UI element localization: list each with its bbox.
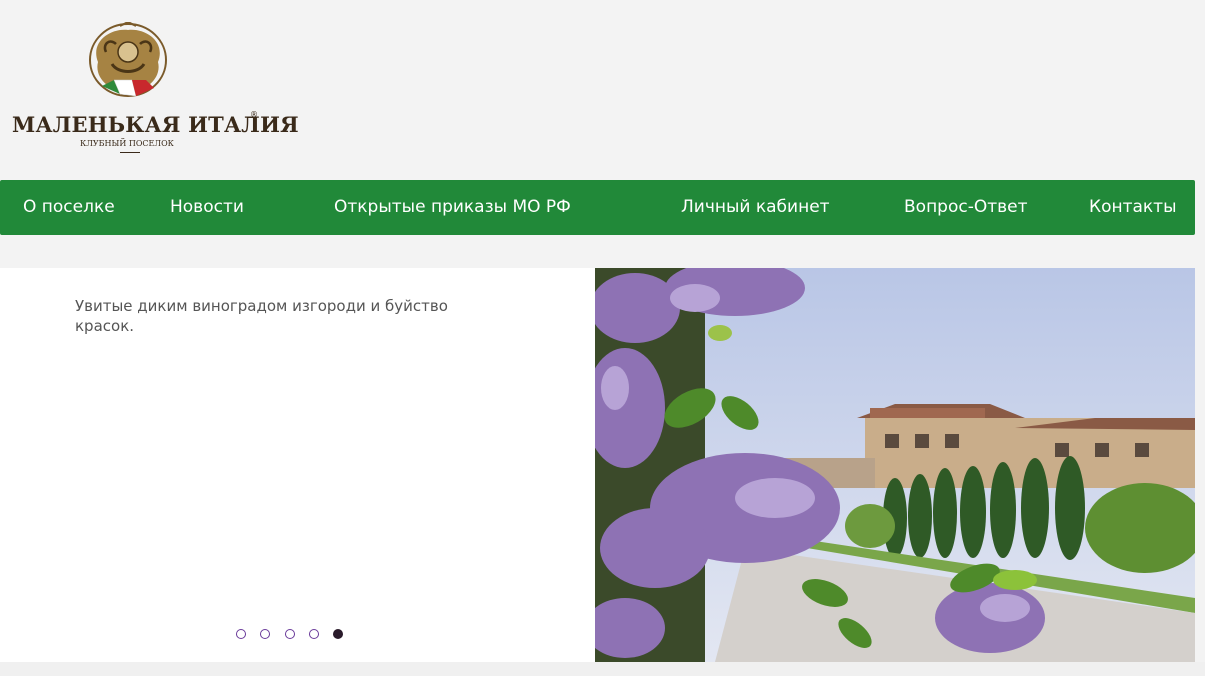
nav-item-news[interactable]: Новости — [170, 180, 244, 235]
slide-caption: Увитые диким виноградом изгороди и буйст… — [75, 297, 448, 335]
slider-dot-5[interactable] — [333, 629, 343, 639]
nav-item-orders[interactable]: Открытые приказы МО РФ — [334, 180, 571, 235]
nav-item-about[interactable]: О поселке — [23, 180, 115, 235]
nav-item-faq[interactable]: Вопрос-Ответ — [904, 180, 1028, 235]
slider-dot-2[interactable] — [260, 629, 270, 639]
lilac-houses-photo-image — [595, 268, 1195, 662]
logo-divider — [120, 152, 140, 153]
site-logo[interactable]: МАЛЕНЬКАЯ ИТАЛИЯ ® КЛУБНЫЙ ПОСЕЛОК — [8, 22, 299, 167]
slider-dot-3[interactable] — [285, 629, 295, 639]
logo-registered-mark: ® — [250, 110, 258, 119]
logo-emblem-icon — [89, 22, 167, 97]
slider-dot-1[interactable] — [236, 629, 246, 639]
logo-subtitle: КЛУБНЫЙ ПОСЕЛОК — [80, 139, 174, 148]
main-nav: О поселке Новости Открытые приказы МО РФ… — [0, 180, 1195, 235]
hero-slider: Увитые диким виноградом изгороди и буйст… — [0, 268, 1195, 662]
nav-item-account[interactable]: Личный кабинет — [681, 180, 830, 235]
slider-dot-4[interactable] — [309, 629, 319, 639]
page: МАЛЕНЬКАЯ ИТАЛИЯ ® КЛУБНЫЙ ПОСЕЛОК О пос… — [0, 0, 1205, 676]
page-bottom-strip — [0, 662, 1205, 676]
nav-item-contacts[interactable]: Контакты — [1089, 180, 1177, 235]
slide-photo — [595, 268, 1195, 662]
